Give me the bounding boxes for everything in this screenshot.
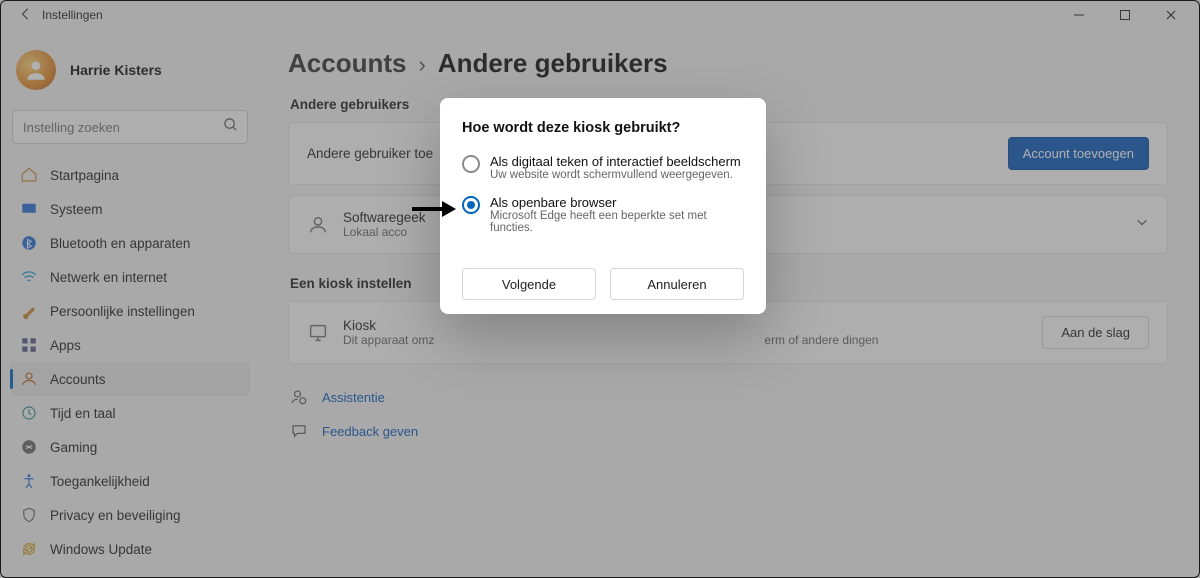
dialog-title: Hoe wordt deze kiosk gebruikt?: [462, 120, 744, 136]
option2-subtitle: Microsoft Edge heeft een beperkte set me…: [490, 210, 744, 234]
next-button[interactable]: Volgende: [462, 268, 596, 300]
kiosk-usage-dialog: Hoe wordt deze kiosk gebruikt? Als digit…: [440, 98, 766, 314]
option2-title: Als openbare browser: [490, 195, 744, 210]
option-digital-sign[interactable]: Als digitaal teken of interactief beelds…: [462, 154, 744, 181]
radio-selected[interactable]: [462, 196, 480, 214]
option-public-browser[interactable]: Als openbare browser Microsoft Edge heef…: [462, 195, 744, 234]
option1-title: Als digitaal teken of interactief beelds…: [490, 154, 741, 169]
cancel-button[interactable]: Annuleren: [610, 268, 744, 300]
option1-subtitle: Uw website wordt schermvullend weergegev…: [490, 169, 741, 181]
radio-unselected[interactable]: [462, 155, 480, 173]
annotation-arrow: [412, 201, 456, 217]
